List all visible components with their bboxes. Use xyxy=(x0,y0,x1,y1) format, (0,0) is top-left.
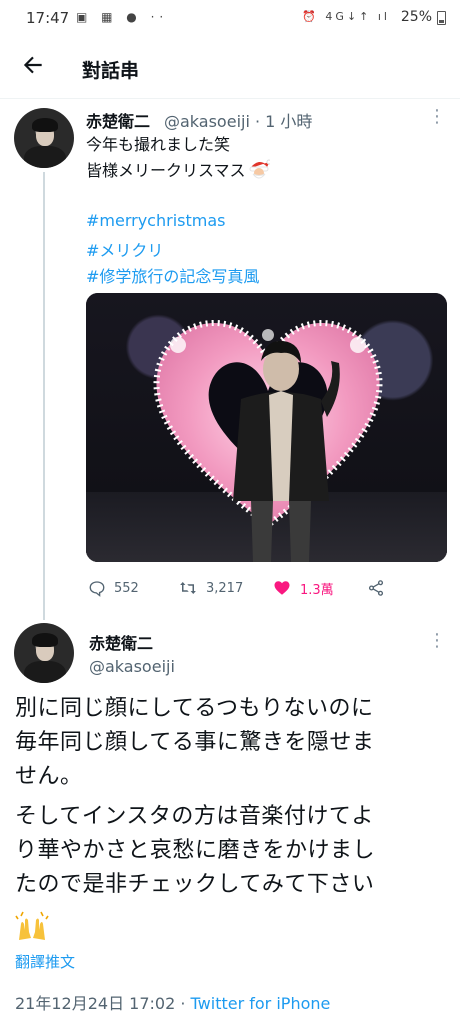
raising-hands-emoji-icon xyxy=(15,911,49,940)
tweet-text-line: たので是非チェックしてみて下さい xyxy=(15,872,375,897)
tweet-text-line: 皆様メリークリスマス xyxy=(86,158,272,182)
thread-connector xyxy=(43,172,45,620)
more-options-icon[interactable]: ⋮ xyxy=(428,632,446,650)
translate-tweet-link[interactable]: 翻譯推文 xyxy=(15,951,75,972)
more-options-icon[interactable]: ⋮ xyxy=(428,108,446,126)
retweet-count: 3,217 xyxy=(206,580,244,596)
status-time: 17:47 xyxy=(26,9,70,27)
tweet-source-link[interactable]: Twitter for iPhone xyxy=(191,994,331,1013)
share-icon xyxy=(368,580,384,596)
page-title: 對話串 xyxy=(82,60,140,82)
tweet-metadata: 21年12月24日 17:02 · Twitter for iPhone xyxy=(15,990,330,1014)
author-name[interactable]: 赤楚衛二 xyxy=(86,108,150,132)
back-arrow-icon[interactable] xyxy=(20,52,46,78)
tweet-photo[interactable] xyxy=(86,293,447,562)
tweet-text-line: 今年も撮れました笑 xyxy=(86,135,231,154)
status-bar: 17:47 ▣ ▦ ● ·· ⏰ 4G↓↑ ıl 25% xyxy=(0,0,460,36)
retweet-button[interactable]: 3,217 xyxy=(178,576,243,600)
retweet-icon xyxy=(180,582,196,594)
app-header: 對話串 xyxy=(0,36,460,99)
tweet-timestamp[interactable]: 21年12月24日 17:02 · xyxy=(15,994,191,1013)
reply-icon xyxy=(89,581,105,597)
author-name[interactable]: 赤楚衛二 xyxy=(89,630,153,654)
author-handle[interactable]: @akasoeiji · 1 小時 xyxy=(164,108,312,132)
santa-emoji-icon xyxy=(249,159,272,179)
heart-filled-icon xyxy=(274,581,290,595)
person-image xyxy=(233,340,340,562)
notification-icons: ▣ ▦ ● ·· xyxy=(76,10,169,24)
reply-count: 552 xyxy=(114,580,139,596)
reply-button[interactable]: 552 xyxy=(88,576,139,600)
battery-level: 25% xyxy=(400,9,432,25)
battery-icon xyxy=(437,11,446,25)
avatar[interactable] xyxy=(14,108,74,168)
like-button[interactable]: 1.3萬 xyxy=(272,576,334,600)
share-button[interactable] xyxy=(366,576,394,600)
tweet-text-line: そしてインスタの方は音楽付けてよ xyxy=(15,804,374,829)
hashtag-link[interactable]: #メリクリ xyxy=(86,237,163,261)
author-handle[interactable]: @akasoeiji xyxy=(89,657,175,676)
avatar[interactable] xyxy=(14,623,74,683)
tweet-text-line: り華やかさと哀愁に磨きをかけまし xyxy=(15,838,376,863)
like-count: 1.3萬 xyxy=(300,582,334,598)
hashtag-link[interactable]: #修学旅行の記念写真風 xyxy=(86,263,259,287)
hashtag-link[interactable]: #merrychristmas xyxy=(86,211,225,230)
tweet-text-line: せん。 xyxy=(15,764,83,789)
tweet-text-line: 別に同じ顔にしてるつもりないのに xyxy=(15,696,374,721)
tweet-action-bar: 552 3,217 1.3萬 xyxy=(86,576,406,600)
tweet-text-line: 毎年同じ顔してる事に驚きを隠せま xyxy=(15,730,375,755)
signal-icons: ⏰ 4G↓↑ ıl xyxy=(302,10,390,23)
